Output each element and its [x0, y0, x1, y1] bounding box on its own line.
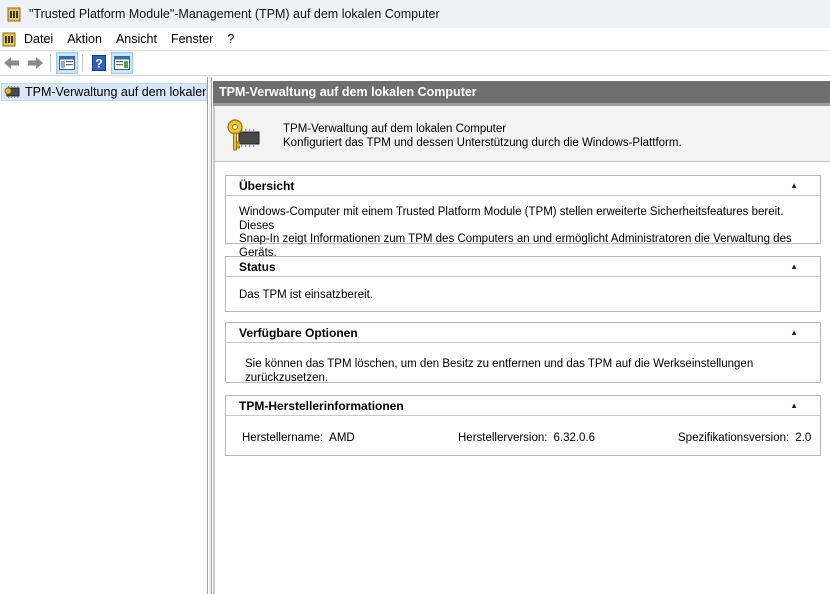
- banner-title: TPM-Verwaltung auf dem lokalen Computer: [283, 123, 507, 135]
- options-panel-header[interactable]: Verfügbare Optionen ▲: [226, 323, 820, 343]
- help-button[interactable]: ?: [88, 52, 110, 74]
- tree-item-label: TPM-Verwaltung auf dem lokalen Computer: [25, 85, 207, 99]
- manufacturer-title: TPM-Herstellerinformationen: [239, 398, 404, 413]
- details-content: TPM-Verwaltung auf dem lokalen Computer …: [213, 106, 830, 594]
- system-menu-icon[interactable]: [0, 30, 18, 48]
- title-bar: "Trusted Platform Module"-Management (TP…: [0, 0, 830, 28]
- status-text: Das TPM ist einsatzbereit.: [239, 289, 374, 301]
- spec-version-label: Spezifikationsversion:: [678, 432, 790, 444]
- key-chip-icon: [227, 119, 260, 151]
- overview-body: Windows-Computer mit einem Trusted Platf…: [226, 196, 820, 260]
- toolbar-separator: [82, 54, 83, 72]
- toolbar: ?: [0, 50, 830, 76]
- manufacturer-name-value: AMD: [329, 432, 355, 444]
- spec-version: Spezifikationsversion: 2.0: [678, 432, 811, 446]
- tpm-key-icon: [7, 7, 21, 22]
- menu-fenster[interactable]: Fenster: [164, 28, 220, 50]
- tree-item-tpm-management[interactable]: TPM-Verwaltung auf dem lokalen Computer: [1, 83, 207, 101]
- forward-icon: [28, 57, 43, 69]
- options-panel: Verfügbare Optionen ▲ Sie können das TPM…: [225, 322, 821, 385]
- show-action-pane-button[interactable]: [111, 52, 133, 74]
- show-console-tree-button[interactable]: [56, 52, 78, 74]
- help-icon: ?: [92, 55, 106, 71]
- status-body: Das TPM ist einsatzbereit.: [226, 277, 820, 303]
- tpm-chip-icon: [4, 86, 20, 98]
- manufacturer-panel: TPM-Herstellerinformationen ▲ Hersteller…: [225, 395, 821, 456]
- menu-datei[interactable]: Datei: [18, 28, 60, 50]
- show-console-tree-icon: [59, 56, 75, 70]
- manufacturer-version-value: 6.32.0.6: [553, 432, 596, 444]
- status-panel-header[interactable]: Status ▲: [226, 257, 820, 277]
- info-banner: TPM-Verwaltung auf dem lokalen Computer …: [215, 106, 830, 162]
- manufacturer-version: Herstellerversion: 6.32.0.6: [458, 432, 595, 446]
- manufacturer-panel-header[interactable]: TPM-Herstellerinformationen ▲: [226, 396, 820, 416]
- collapse-icon[interactable]: ▲: [790, 181, 798, 190]
- manufacturer-name-label: Herstellername:: [242, 432, 324, 444]
- toolbar-separator: [50, 54, 51, 72]
- svg-text:?: ?: [95, 57, 102, 71]
- menu-aktion[interactable]: Aktion: [60, 28, 109, 50]
- menu-ansicht[interactable]: Ansicht: [109, 28, 164, 50]
- collapse-icon[interactable]: ▲: [790, 328, 798, 337]
- details-pane: TPM-Verwaltung auf dem lokalen Computer …: [213, 81, 830, 594]
- back-button[interactable]: [1, 52, 23, 74]
- show-action-pane-icon: [114, 56, 130, 70]
- details-header: TPM-Verwaltung auf dem lokalen Computer: [213, 81, 830, 103]
- overview-title: Übersicht: [239, 178, 295, 193]
- overview-panel: Übersicht ▲ Windows-Computer mit einem T…: [225, 175, 821, 259]
- manufacturer-body: Herstellername: AMD Herstellerversion: 6.3…: [226, 416, 820, 456]
- back-icon: [4, 57, 19, 69]
- options-text: Sie können das TPM löschen, um den Besit…: [245, 358, 754, 384]
- spec-version-value: 2.0: [795, 432, 812, 444]
- collapse-icon[interactable]: ▲: [790, 262, 798, 271]
- status-title: Status: [239, 259, 276, 274]
- menu-help[interactable]: ?: [220, 28, 241, 50]
- collapse-icon[interactable]: ▲: [790, 401, 798, 410]
- console-tree: TPM-Verwaltung auf dem lokalen Computer: [0, 77, 208, 594]
- options-body: Sie können das TPM löschen, um den Besit…: [226, 343, 820, 385]
- overview-line-1: Windows-Computer mit einem Trusted Platf…: [239, 206, 784, 232]
- overview-panel-header[interactable]: Übersicht ▲: [226, 176, 820, 196]
- manufacturer-name: Herstellername: AMD: [242, 432, 355, 446]
- forward-button[interactable]: [24, 52, 46, 74]
- manufacturer-version-label: Herstellerversion:: [458, 432, 548, 444]
- pane-splitter[interactable]: [209, 77, 212, 594]
- options-title: Verfügbare Optionen: [239, 325, 358, 340]
- banner-description: Konfiguriert das TPM und dessen Unterstü…: [283, 137, 682, 149]
- status-panel: Status ▲ Das TPM ist einsatzbereit.: [225, 256, 821, 312]
- menu-bar: Datei Aktion Ansicht Fenster ?: [0, 28, 830, 50]
- window-title: "Trusted Platform Module"-Management (TP…: [29, 7, 440, 21]
